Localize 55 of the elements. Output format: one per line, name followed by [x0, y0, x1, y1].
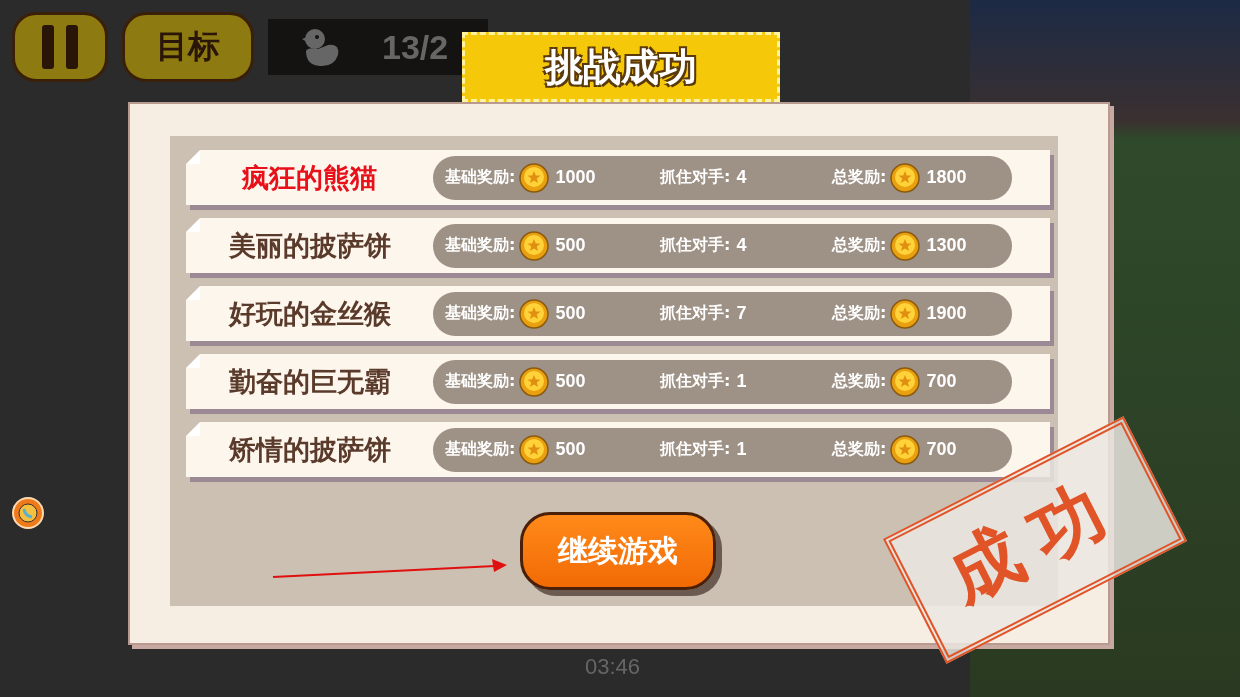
chat-bubble-icon[interactable]: [12, 497, 44, 529]
player-name: 矫情的披萨饼: [227, 432, 392, 467]
folded-corner-icon: [186, 150, 200, 164]
coin-icon: [519, 162, 550, 193]
coin-icon: [890, 366, 921, 397]
total-reward-value: 1800: [926, 167, 967, 188]
player-name: 勤奋的巨无霸: [227, 364, 392, 399]
total-reward-label: 总奖励:: [832, 303, 887, 324]
coin-icon: [519, 366, 550, 397]
total-reward-label: 总奖励:: [832, 235, 887, 256]
catch-value: 1: [736, 439, 747, 460]
folded-corner-icon: [186, 354, 200, 368]
folded-corner-icon: [186, 422, 200, 436]
base-reward-value: 500: [555, 235, 586, 256]
player-name: 疯狂的熊猫: [240, 160, 378, 195]
base-reward-value: 500: [555, 303, 586, 324]
pause-button[interactable]: [12, 12, 108, 82]
catch-value: 4: [736, 235, 747, 256]
opponent-counter: 13/2: [382, 27, 449, 67]
title-banner: 挑战成功: [462, 32, 780, 102]
coin-icon: [519, 434, 550, 465]
base-reward-value: 500: [555, 371, 586, 392]
total-reward-value: 700: [926, 439, 957, 460]
catch-label: 抓住对手:: [660, 371, 731, 392]
coin-icon: [890, 230, 921, 261]
coin-icon: [890, 162, 921, 193]
total-reward-value: 1300: [926, 235, 967, 256]
coin-icon: [519, 230, 550, 261]
coin-icon: [890, 298, 921, 329]
base-reward-label: 基础奖励:: [445, 167, 516, 188]
total-reward-value: 700: [926, 371, 957, 392]
catch-value: 7: [736, 303, 747, 324]
catch-value: 4: [736, 167, 747, 188]
base-reward-label: 基础奖励:: [445, 371, 516, 392]
player-name: 好玩的金丝猴: [227, 296, 392, 331]
total-reward-value: 1900: [926, 303, 967, 324]
timer: 03:46: [585, 654, 641, 680]
catch-value: 1: [736, 371, 747, 392]
base-reward-label: 基础奖励:: [445, 303, 516, 324]
base-reward-value: 1000: [555, 167, 596, 188]
total-reward-label: 总奖励:: [832, 167, 887, 188]
catch-label: 抓住对手:: [660, 235, 731, 256]
player-name: 美丽的披萨饼: [227, 228, 392, 263]
catch-label: 抓住对手:: [660, 439, 731, 460]
coin-icon: [519, 298, 550, 329]
goal-button[interactable]: 目标: [122, 12, 254, 82]
catch-label: 抓住对手:: [660, 167, 731, 188]
base-reward-value: 500: [555, 439, 586, 460]
base-reward-label: 基础奖励:: [445, 235, 516, 256]
coin-icon: [890, 434, 921, 465]
catch-label: 抓住对手:: [660, 303, 731, 324]
total-reward-label: 总奖励:: [832, 371, 887, 392]
folded-corner-icon: [186, 286, 200, 300]
folded-corner-icon: [186, 218, 200, 232]
base-reward-label: 基础奖励:: [445, 439, 516, 460]
